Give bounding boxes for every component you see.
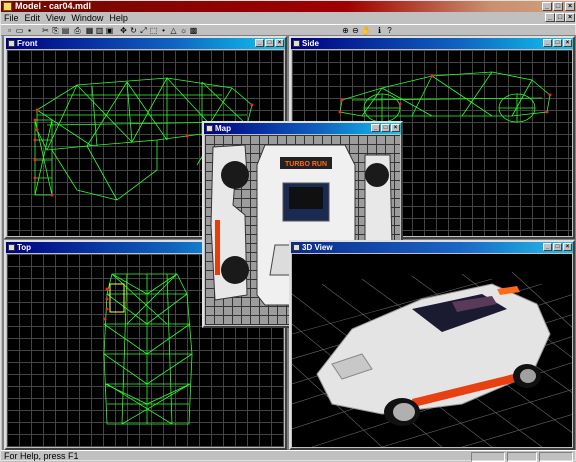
front-close-button[interactable]: × (275, 39, 284, 47)
side-minimize-button[interactable]: _ (543, 39, 552, 47)
front-rim (393, 403, 415, 421)
close-button[interactable]: × (565, 2, 575, 11)
side-titlebar[interactable]: Side _ □ × (291, 38, 573, 49)
light-icon[interactable]: ☼ (179, 26, 188, 35)
help-icon[interactable]: ? (385, 26, 394, 35)
status-text: For Help, press F1 (4, 451, 79, 461)
3d-view-close-button[interactable]: × (563, 243, 572, 251)
zoom-in-icon[interactable]: ⊕ (341, 26, 350, 35)
about-icon[interactable]: ℹ (375, 26, 384, 35)
view-grid-icon[interactable]: ▦ (85, 26, 94, 35)
app-window: Model - car04.mdl _ □ × File Edit View Wind… (0, 0, 576, 462)
menu-file[interactable]: File (1, 12, 22, 24)
3d-view-window[interactable]: 3D View _ □ × (289, 240, 575, 450)
app-titlebar[interactable]: Model - car04.mdl _ □ × (1, 1, 576, 12)
view-multi-icon[interactable]: ▥ (95, 26, 104, 35)
3d-view-minimize-button[interactable]: _ (543, 243, 552, 251)
3d-viewport[interactable] (292, 254, 572, 447)
open-icon[interactable]: ▭ (15, 26, 24, 35)
license-plate-text: TURBO RUN (285, 161, 327, 168)
view-single-icon[interactable]: ▣ (105, 26, 114, 35)
mdi-close-button[interactable]: × (565, 13, 575, 22)
minimize-button[interactable]: _ (542, 2, 552, 11)
map-titlebar[interactable]: Map _ □ × (204, 123, 401, 134)
cut-icon[interactable]: ✂ (41, 26, 50, 35)
map-title: Map (215, 124, 231, 133)
side-title: Side (302, 39, 319, 48)
select-icon[interactable]: ⬚ (149, 26, 158, 35)
menu-help[interactable]: Help (106, 12, 131, 24)
menu-edit[interactable]: Edit (22, 12, 44, 24)
scale-icon[interactable]: ⤢ (139, 26, 148, 35)
window-icon (293, 40, 300, 47)
mdi-workspace: Front _ □ × Side _ □ × Top Map _ □ × TUR… (2, 36, 576, 450)
move-icon[interactable]: ✥ (119, 26, 128, 35)
copy-icon[interactable]: ⎘ (51, 26, 60, 35)
window-icon (8, 244, 15, 251)
texture-icon[interactable]: ▩ (189, 26, 198, 35)
side-close-button[interactable]: × (563, 39, 572, 47)
save-icon[interactable]: ▪ (25, 26, 34, 35)
pan-icon[interactable]: ✋ (361, 26, 371, 35)
menu-view[interactable]: View (43, 12, 68, 24)
3d-view-titlebar[interactable]: 3D View _ □ × (291, 242, 573, 253)
top-title: Top (17, 243, 32, 252)
window-icon (293, 244, 300, 251)
toolbar: ▫ ▭ ▪ ✂ ⎘ ▤ ⎙ ▦ ▥ ▣ ✥ ↻ ⤢ ⬚ • △ ☼ ▩ ⊕ ⊖ … (1, 24, 576, 36)
menu-window[interactable]: Window (68, 12, 106, 24)
menu-bar: File Edit View Window Help (1, 12, 576, 24)
side-maximize-button[interactable]: □ (553, 39, 562, 47)
front-minimize-button[interactable]: _ (255, 39, 264, 47)
front-maximize-button[interactable]: □ (265, 39, 274, 47)
status-bar: For Help, press F1 (1, 450, 576, 462)
front-title: Front (17, 39, 38, 48)
maximize-button[interactable]: □ (553, 2, 563, 11)
3d-render (292, 271, 572, 447)
map-maximize-button[interactable]: □ (381, 124, 390, 132)
zoom-out-icon[interactable]: ⊖ (351, 26, 360, 35)
new-icon[interactable]: ▫ (5, 26, 14, 35)
rear-rim (520, 369, 536, 383)
print-icon[interactable]: ⎙ (73, 26, 82, 35)
3d-view-title: 3D View (302, 243, 333, 252)
mdi-child-controls: _ □ × (545, 13, 575, 23)
paste-icon[interactable]: ▤ (61, 26, 70, 35)
face-icon[interactable]: △ (169, 26, 178, 35)
mdi-restore-button[interactable]: □ (555, 13, 565, 22)
mdi-minimize-button[interactable]: _ (545, 13, 555, 22)
app-title: Model - car04.mdl (15, 1, 92, 11)
map-minimize-button[interactable]: _ (371, 124, 380, 132)
front-titlebar[interactable]: Front _ □ × (6, 38, 285, 49)
3d-view-maximize-button[interactable]: □ (553, 243, 562, 251)
vertex-icon[interactable]: • (159, 26, 168, 35)
app-icon (3, 2, 12, 11)
window-icon (206, 125, 213, 132)
map-close-button[interactable]: × (391, 124, 400, 132)
rotate-icon[interactable]: ↻ (129, 26, 138, 35)
window-icon (8, 40, 15, 47)
